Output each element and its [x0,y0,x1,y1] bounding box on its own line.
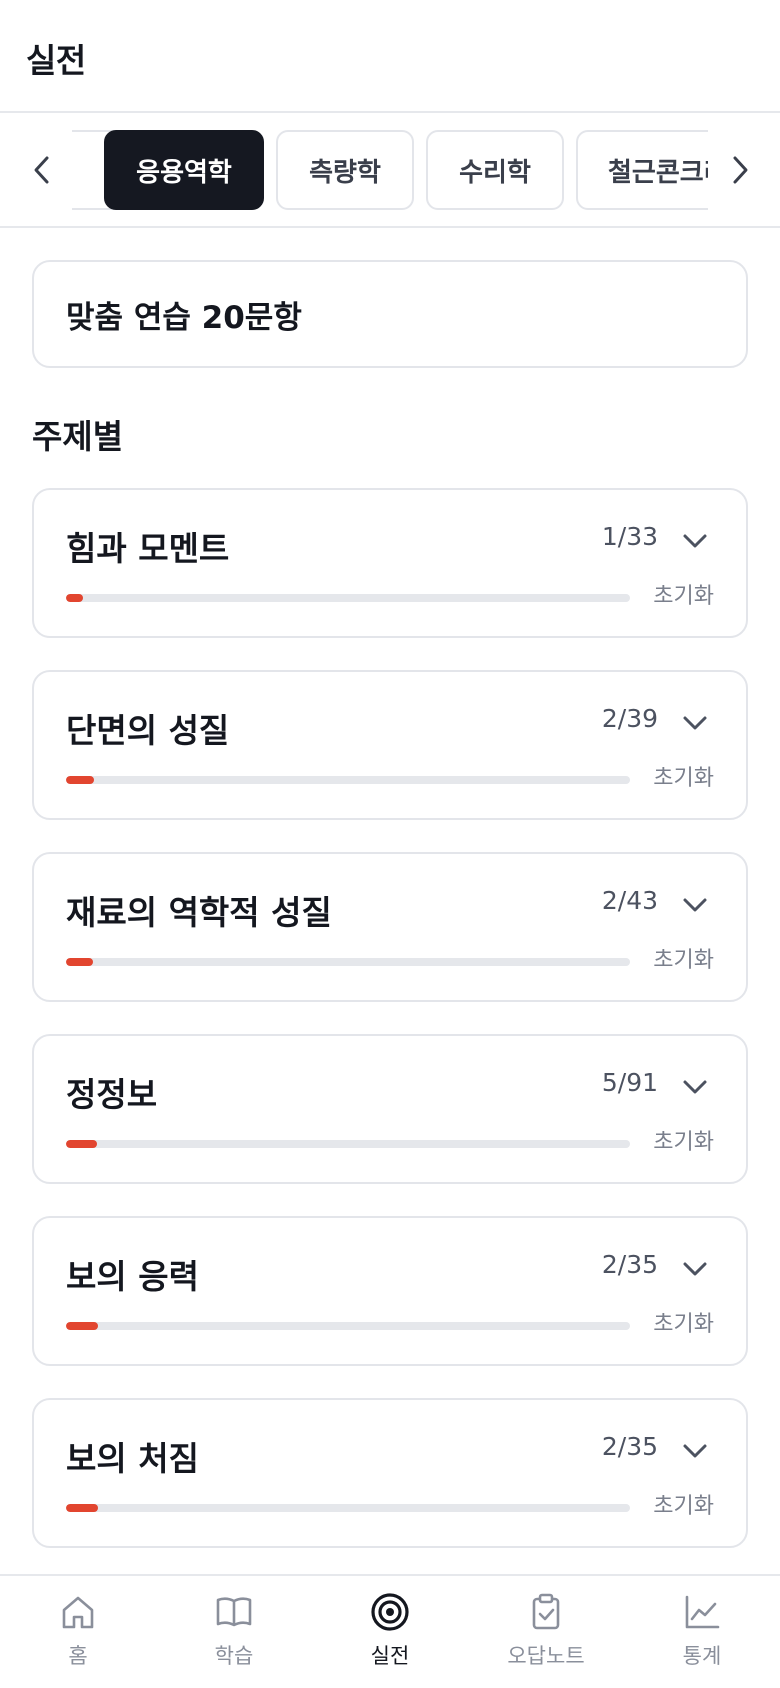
progress-fill [66,1504,99,1512]
progress-fill [66,958,93,966]
expand-button[interactable] [680,1072,710,1102]
app-root: 실전 응용역학 측량학 수리학 철근콘크리 [0,0,780,1688]
expand-button[interactable] [680,1436,710,1466]
tabs-scroll-left-button[interactable] [22,113,62,226]
topic-progress-count: 1/33 [601,522,658,551]
reset-button[interactable]: 초기화 [653,1124,714,1156]
topic-card[interactable]: 정정보 5/91 초기화 [32,1034,748,1184]
progress-bar [66,776,630,784]
custom-practice-label: 맞춤 연습 20문항 [66,299,302,336]
tab-reinforced-concrete[interactable]: 철근콘크리 [576,130,708,210]
topic-name: 단면의 성질 [66,711,230,750]
topic-name: 힘과 모멘트 [66,529,230,568]
target-icon [368,1590,412,1634]
chevron-down-icon [683,898,707,912]
nav-label: 오답노트 [507,1644,585,1668]
progress-fill [66,776,95,784]
reset-button[interactable]: 초기화 [653,760,714,792]
progress-bar [66,594,630,602]
topic-name: 보의 처짐 [66,1439,199,1478]
progress-bar [66,1140,630,1148]
nav-label: 학습 [214,1644,254,1668]
chevron-down-icon [683,1080,707,1094]
tab-label: 철근콘크리 [608,157,708,188]
nav-wrong-answer-notes[interactable]: 오답노트 [486,1590,606,1680]
topic-progress-count: 2/35 [601,1432,658,1461]
topic-name: 정정보 [66,1075,158,1114]
home-icon [56,1590,100,1634]
progress-fill [66,1322,99,1330]
line-chart-icon [680,1590,724,1634]
nav-label: 홈 [68,1644,88,1668]
chevron-down-icon [683,716,707,730]
progress-fill [66,594,83,602]
page-title: 실전 [26,41,86,80]
nav-home[interactable]: 홈 [18,1590,138,1680]
topic-name: 보의 응력 [66,1257,199,1296]
chevron-right-icon [733,156,748,183]
clipboard-check-icon [524,1590,568,1634]
custom-practice-button[interactable]: 맞춤 연습 20문항 [32,260,748,368]
chevron-down-icon [683,1262,707,1276]
nav-label: 통계 [682,1644,722,1668]
bottom-navigation: 홈 학습 실전 오답노트 통계 [0,1574,780,1688]
progress-fill [66,1140,98,1148]
book-icon [212,1590,256,1634]
topic-progress-count: 2/43 [601,886,658,915]
expand-button[interactable] [680,708,710,738]
topic-card[interactable]: 보의 응력 2/35 초기화 [32,1216,748,1366]
topic-progress-count: 2/39 [601,704,658,733]
chevron-down-icon [683,1444,707,1458]
tab-applied-mechanics[interactable]: 응용역학 [104,130,264,210]
tabs-scroll-right-button[interactable] [720,113,760,226]
progress-bar [66,1504,630,1512]
reset-button[interactable]: 초기화 [653,578,714,610]
topic-progress-count: 5/91 [601,1068,658,1097]
topic-name: 재료의 역학적 성질 [66,893,332,932]
nav-practice[interactable]: 실전 [330,1590,450,1680]
section-title-by-topic: 주제별 [32,417,124,456]
nav-statistics[interactable]: 통계 [642,1590,762,1680]
top-header: 실전 [0,0,780,113]
topic-card[interactable]: 단면의 성질 2/39 초기화 [32,670,748,820]
chevron-left-icon [34,156,49,183]
reset-button[interactable]: 초기화 [653,1306,714,1338]
topic-progress-count: 2/35 [601,1250,658,1279]
progress-bar [66,958,630,966]
subject-tabs-bar: 응용역학 측량학 수리학 철근콘크리 [0,113,780,228]
reset-button[interactable]: 초기화 [653,1488,714,1520]
tab-label: 측량학 [309,157,381,188]
topic-card[interactable]: 보의 처짐 2/35 초기화 [32,1398,748,1548]
tab-label: 응용역학 [136,157,232,188]
progress-bar [66,1322,630,1330]
tab-hydraulics[interactable]: 수리학 [426,130,564,210]
topic-card[interactable]: 재료의 역학적 성질 2/43 초기화 [32,852,748,1002]
chevron-down-icon [683,534,707,548]
subject-tabs-scroller[interactable]: 응용역학 측량학 수리학 철근콘크리 [72,113,708,226]
expand-button[interactable] [680,526,710,556]
tab-surveying[interactable]: 측량학 [276,130,414,210]
reset-button[interactable]: 초기화 [653,942,714,974]
topic-card[interactable]: 힘과 모멘트 1/33 초기화 [32,488,748,638]
nav-study[interactable]: 학습 [174,1590,294,1680]
expand-button[interactable] [680,1254,710,1284]
tab-label: 수리학 [459,157,531,188]
expand-button[interactable] [680,890,710,920]
nav-label: 실전 [370,1644,410,1668]
